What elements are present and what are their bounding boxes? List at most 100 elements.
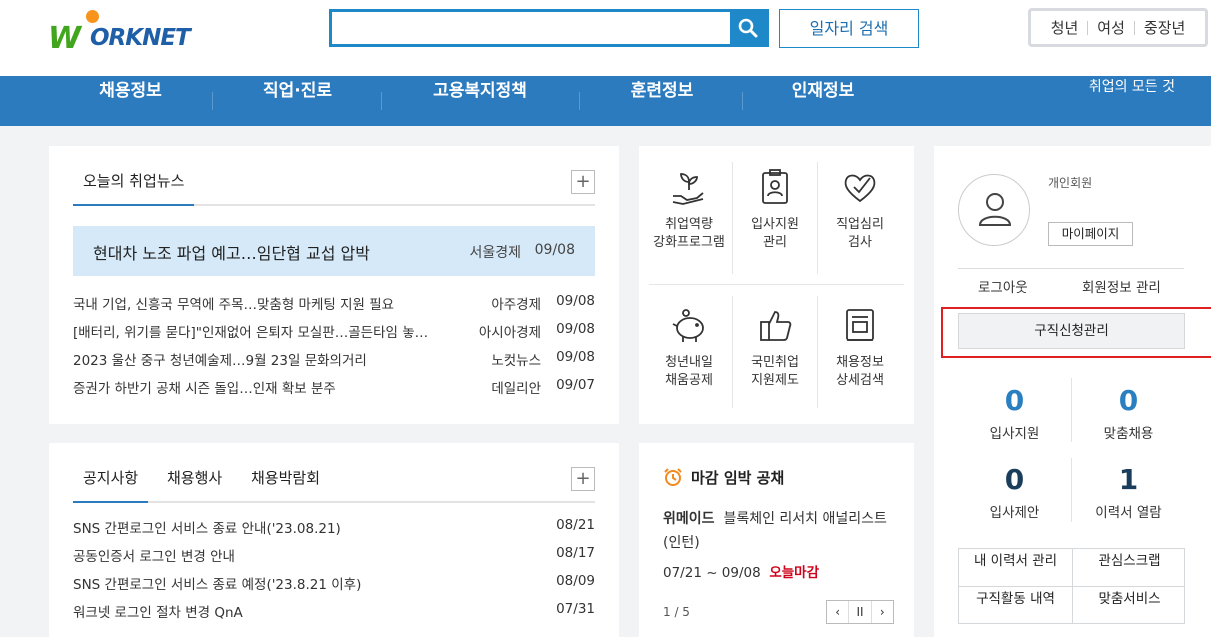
notice-row[interactable]: SNS 간편로그인 서비스 종료 예정('23.8.21 이후) 08/09: [73, 573, 595, 593]
deadline-company: 위메이드: [663, 511, 715, 527]
notice-row[interactable]: 공동인증서 로그인 변경 안내 08/17: [73, 545, 595, 565]
quick-menu-item-detailed-search[interactable]: 채용정보 상세검색: [818, 306, 902, 390]
user-panel: 개인회원 마이페이지 로그아웃 회원정보 관리 구직신청관리 0 입사지원 0 …: [934, 146, 1211, 637]
search-box: [329, 9, 769, 47]
stat-value: 0: [1004, 463, 1025, 496]
stat-offers[interactable]: 0 입사제안: [958, 463, 1071, 521]
news-row[interactable]: 2023 울산 중구 청년예술제…9월 23일 문화의거리 노컷뉴스 09/08: [73, 349, 595, 369]
quick-menu-item-competency[interactable]: 취업역량 강화프로그램: [647, 168, 731, 252]
search-icon: [738, 18, 758, 38]
stat-matched-jobs[interactable]: 0 맞춤채용: [1072, 384, 1185, 442]
stat-applications[interactable]: 0 입사지원: [958, 384, 1071, 442]
headline-date: 09/08: [534, 242, 575, 258]
news-title: [배터리, 위기를 묻다]"인재없어 은퇴자 모실판…골든타임 놓…: [73, 325, 429, 341]
nav-item-training[interactable]: 훈련정보: [607, 76, 717, 126]
divider: [381, 92, 382, 110]
headline-source: 서울경제: [469, 245, 521, 261]
next-button[interactable]: ›: [872, 601, 893, 623]
quick-menu-label: 검사: [848, 235, 872, 250]
prev-button[interactable]: ‹: [827, 601, 850, 623]
notice-title: 워크넷 로그인 절차 변경 QnA: [73, 605, 243, 621]
news-row[interactable]: 증권가 하반기 공채 시즌 돌입…인재 확보 분주 데일리안 09/07: [73, 377, 595, 397]
notice-title: 공동인증서 로그인 변경 안내: [73, 549, 235, 565]
stat-value: 0: [1004, 384, 1025, 417]
news-headline[interactable]: 현대차 노조 파업 예고…임단협 교섭 압박 서울경제 09/08: [73, 226, 595, 276]
quick-menu-label: 채용정보: [836, 355, 884, 370]
tab-job-news[interactable]: 오늘의 취업뉴스: [73, 170, 195, 206]
news-row[interactable]: [배터리, 위기를 묻다]"인재없어 은퇴자 모실판…골든타임 놓… 아시아경제…: [73, 321, 595, 341]
member-info-link[interactable]: 회원정보 관리: [1082, 276, 1161, 296]
notice-row[interactable]: SNS 간편로그인 서비스 종료 안내('23.08.21) 08/21: [73, 517, 595, 537]
alarm-clock-icon: [664, 468, 682, 486]
id-card-icon: [762, 169, 788, 204]
nav-item-jobs[interactable]: 채용정보: [78, 76, 183, 126]
stat-label: 맞춤채용: [1103, 426, 1154, 442]
quick-menu-label: 채움공제: [665, 373, 713, 388]
tab-notices[interactable]: 공지사항: [73, 467, 149, 503]
divider: [649, 284, 904, 285]
age-tab-youth[interactable]: 청년: [1042, 17, 1088, 38]
notice-panel: 공지사항 채용행사 채용박람회 + SNS 간편로그인 서비스 종료 안내('2…: [49, 443, 619, 637]
job-activity-link[interactable]: 구직활동 내역: [959, 587, 1072, 624]
tab-job-fairs[interactable]: 채용박람회: [251, 467, 320, 503]
thumbs-up-icon: [760, 311, 792, 341]
news-title: 2023 울산 중구 청년예술제…9월 23일 문화의거리: [73, 353, 367, 369]
quick-menu-item-national-employment[interactable]: 국민취업 지원제도: [733, 306, 817, 390]
stat-label: 입사지원: [989, 426, 1040, 442]
quick-menu-label: 관리: [763, 235, 787, 250]
stat-value: 1: [1118, 463, 1139, 496]
nav-all-link[interactable]: 취업의 모든 것: [1089, 76, 1175, 96]
quick-menu-label: 취업역량: [665, 217, 713, 232]
highlight-box: [941, 307, 1211, 358]
quick-menu-label: 청년내일: [665, 355, 713, 370]
logo-text: ORKNET: [90, 25, 191, 51]
deadline-job-link[interactable]: 위메이드 블록체인 리서치 애널리스트(인턴): [663, 507, 898, 555]
pause-button[interactable]: II: [849, 601, 872, 623]
notice-date: 08/09: [556, 573, 595, 589]
deadline-period-wrap: 07/21 ~ 09/08 오늘마감: [663, 561, 819, 581]
news-row[interactable]: 국내 기업, 신흥국 무역에 주목…맞춤형 마케팅 지원 필요 아주경제 09/…: [73, 293, 595, 313]
logout-link[interactable]: 로그아웃: [978, 276, 1028, 296]
stat-resume-views[interactable]: 1 이력서 열람: [1072, 463, 1185, 521]
nav-item-welfare[interactable]: 고용복지정책: [410, 76, 550, 126]
avatar: [958, 174, 1030, 246]
quick-menu-item-application[interactable]: 입사지원 관리: [733, 168, 817, 252]
user-name: 개인회원: [1048, 176, 1093, 190]
nav-item-talent[interactable]: 인재정보: [768, 76, 878, 126]
tab-hiring-events[interactable]: 채용행사: [167, 467, 222, 503]
quick-menu-item-youth-savings[interactable]: 청년내일 채움공제: [647, 306, 731, 390]
news-date: 09/08: [556, 293, 595, 309]
more-notices-button[interactable]: +: [571, 467, 595, 491]
user-links-grid: 내 이력서 관리 관심스크랩 구직활동 내역 맞춤서비스: [958, 548, 1185, 624]
worknet-logo[interactable]: W ORKNET: [48, 10, 208, 56]
scrap-link[interactable]: 관심스크랩: [1073, 549, 1186, 586]
tab-underline: [73, 501, 595, 503]
plant-hand-icon: [672, 173, 704, 205]
age-tab-women[interactable]: 여성: [1088, 17, 1134, 38]
news-date: 09/07: [556, 377, 595, 393]
job-search-button[interactable]: 일자리 검색: [779, 9, 919, 48]
quick-menu-panel: 취업역량 강화프로그램 입사지원 관리 직업심리 검사 청년내일 채움공제 국민…: [639, 146, 914, 424]
user-icon: [978, 193, 1012, 226]
search-input[interactable]: [332, 12, 730, 44]
news-panel: 오늘의 취업뉴스 + 현대차 노조 파업 예고…임단협 교섭 압박 서울경제 0…: [49, 146, 619, 424]
nav-item-career[interactable]: 직업·진로: [240, 76, 355, 126]
custom-service-link[interactable]: 맞춤서비스: [1073, 587, 1186, 624]
news-date: 09/08: [556, 321, 595, 337]
deadline-controls: ‹ II ›: [826, 600, 894, 624]
search-button[interactable]: [730, 12, 766, 44]
notice-row[interactable]: 워크넷 로그인 절차 변경 QnA 07/31: [73, 601, 595, 621]
news-source: 아주경제: [491, 297, 541, 313]
quick-menu-item-psych-test[interactable]: 직업심리 검사: [818, 168, 902, 252]
headline-title: 현대차 노조 파업 예고…임단협 교섭 압박: [93, 244, 370, 263]
news-source: 노컷뉴스: [491, 353, 541, 369]
deadline-pager: 1 / 5: [663, 605, 690, 619]
header: W ORKNET 일자리 검색 청년 여성 중장년: [0, 0, 1211, 76]
mypage-button[interactable]: 마이페이지: [1048, 222, 1133, 246]
deadline-badge: 오늘마감: [769, 565, 819, 581]
my-resume-link[interactable]: 내 이력서 관리: [959, 549, 1072, 586]
quick-menu-label: 지원제도: [751, 373, 799, 388]
news-title: 국내 기업, 신흥국 무역에 주목…맞춤형 마케팅 지원 필요: [73, 297, 395, 313]
more-news-button[interactable]: +: [571, 170, 595, 194]
age-tab-middle-aged[interactable]: 중장년: [1135, 17, 1194, 38]
